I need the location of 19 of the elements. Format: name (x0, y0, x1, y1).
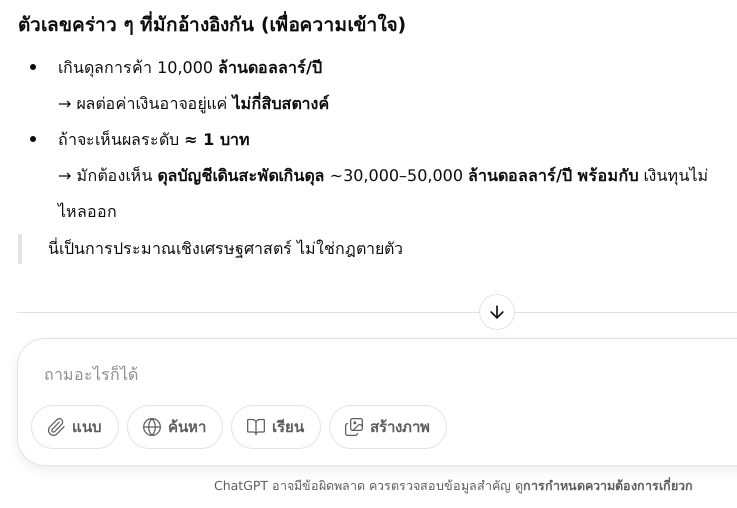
paperclip-icon (46, 417, 66, 437)
input-field[interactable]: ถามอะไรก็ได้ (31, 359, 644, 389)
bullet-text: เกินดุลการค้า 10,000 ล้านดอลลาร์/ปี (58, 57, 323, 80)
bullet-icon (30, 64, 36, 70)
disclaimer-text: ChatGPT อาจมีข้อผิดพลาด ควรตรวจสอบข้อมูลสำคัญ ดูการกำหนดความต้องการเกี่ยวก (213, 478, 694, 494)
globe-icon (142, 417, 162, 437)
bullet-text: → ผลต่อค่าเงินอาจอยู่แค่ ไม่กี่สิบสตางค์ (58, 91, 331, 116)
bullet-text: ถ้าจะเห็นผลระดับ ≈ 1 บาท (58, 129, 251, 151)
tool-button[interactable]: เรียน (231, 405, 321, 449)
book-icon (246, 417, 266, 437)
scroll-down-button[interactable] (479, 294, 515, 330)
section-heading: ตัวเลขคร่าว ๆ ที่มักอ้างอิงกัน (เพื่อความเข้าใจ) (18, 10, 718, 40)
tool-button[interactable]: ค้นหา (127, 405, 223, 449)
bullet-icon (30, 136, 36, 142)
images-icon (344, 417, 364, 437)
tool-button[interactable]: แนบ (31, 405, 119, 449)
bullet-text: → มักต้องเห็น ดุลบัญชีเดินสะพัดเกินดุล ~30,000–50,000 ล้านดอลลาร์/ปี พร้อมกับ เงินทุนไม่ไหลออก (58, 165, 710, 223)
tool-button[interactable]: สร้างภาพ (329, 405, 447, 449)
blockquote: นี่เป็นการประมาณเชิงเศรษฐศาสตร์ ไม่ใช่กฎตายตัว (18, 234, 718, 264)
